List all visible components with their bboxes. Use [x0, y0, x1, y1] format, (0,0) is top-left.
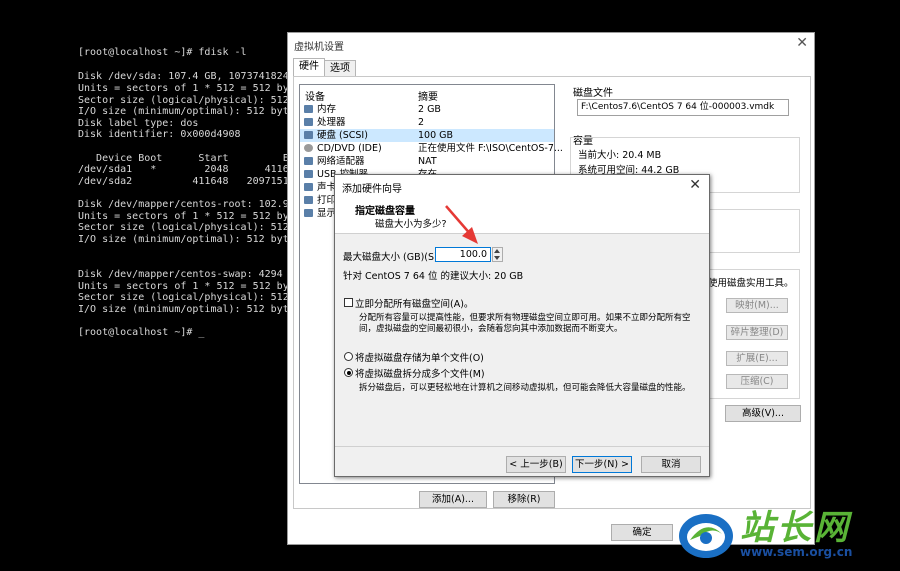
- watermark-logo: 站长网 www.sem.org.cn: [676, 498, 898, 568]
- watermark-url: www.sem.org.cn: [740, 545, 853, 559]
- watermark-text: 站长网: [740, 508, 851, 548]
- annotation-arrow-icon: [445, 205, 478, 244]
- logo-icon: [679, 514, 733, 558]
